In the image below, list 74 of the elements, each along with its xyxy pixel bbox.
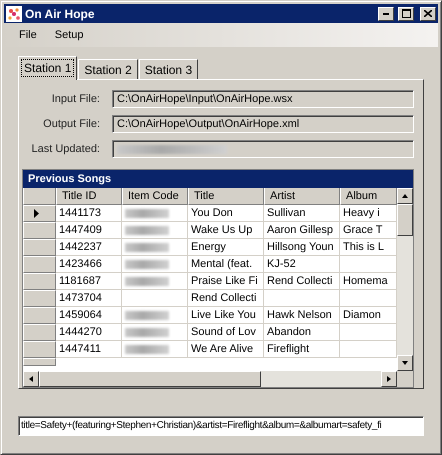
close-button[interactable]	[420, 6, 436, 20]
blurred-text	[125, 344, 169, 354]
table-cell: 1441173	[56, 205, 122, 222]
scroll-up-button[interactable]	[397, 188, 413, 204]
scroll-thumb[interactable]	[397, 204, 413, 236]
table-cell: Energy	[188, 239, 264, 256]
table-cell: 1181687	[56, 273, 122, 290]
table-cell: Wake Us Up	[188, 222, 264, 239]
field-label: Input File:	[50, 93, 100, 105]
scroll-right-button[interactable]	[381, 371, 397, 387]
column-header[interactable]: Album	[340, 188, 397, 205]
table-cell: You Don	[188, 205, 264, 222]
table-cell: 1473704	[56, 290, 122, 307]
scroll-down-button[interactable]	[397, 355, 413, 371]
scroll-thumb[interactable]	[39, 371, 261, 387]
panel-title: Previous Songs	[23, 170, 413, 188]
text-field[interactable]: C:\OnAirHope\Output\OnAirHope.xml	[112, 115, 414, 133]
column-header[interactable]: Title	[188, 188, 264, 205]
table-cell: 1444270	[56, 324, 122, 341]
tab[interactable]: Station 2	[78, 59, 138, 79]
app-logo-icon	[6, 6, 22, 22]
up-arrow-icon	[401, 192, 409, 200]
blurred-text	[125, 310, 169, 320]
table-cell: Sound of Lov	[188, 324, 264, 341]
column-header[interactable]: Title ID	[56, 188, 122, 205]
text-field[interactable]: C:\OnAirHope\Input\OnAirHope.wsx	[112, 90, 414, 108]
menu-item[interactable]: File	[10, 27, 46, 43]
blurred-text	[125, 260, 169, 268]
table-cell: We Are Alive	[188, 341, 264, 358]
table-cell: 1447409	[56, 222, 122, 239]
output-field[interactable]: title=Safety+(featuring+Stephen+Christian)&artist=Fireflight&album=&albumart=safety_fi	[18, 416, 424, 436]
table-cell: Hawk Nelson	[264, 307, 340, 324]
left-arrow-icon	[27, 375, 35, 383]
table-cell: 1423466	[56, 256, 122, 273]
minimize-icon	[383, 12, 389, 14]
maximize-icon	[402, 9, 410, 18]
window-title: On Air Hope	[25, 6, 96, 20]
down-arrow-icon	[401, 359, 409, 367]
table-cell: 1459064	[56, 307, 122, 324]
table-cell: Fireflight	[264, 341, 340, 358]
table-cell: Mental (feat.	[188, 256, 264, 273]
column-header[interactable]: Artist	[264, 188, 340, 205]
table-cell: 1447411	[56, 341, 122, 358]
table-cell: Aaron Gillesp	[264, 222, 340, 239]
table-cell: KJ-52	[264, 256, 340, 273]
maximize-button[interactable]	[398, 6, 414, 20]
close-icon	[424, 10, 432, 17]
blurred-text	[125, 328, 169, 336]
menu-item[interactable]: Setup	[46, 27, 92, 43]
field-label: Last Updated:	[30, 143, 100, 155]
blurred-text	[125, 226, 169, 234]
scroll-left-button[interactable]	[23, 371, 39, 387]
tab[interactable]: Station 1	[18, 56, 78, 80]
table-cell: Live Like You	[188, 307, 264, 324]
horizontal-scrollbar[interactable]	[23, 371, 397, 387]
column-header[interactable]: Item Code	[122, 188, 188, 205]
blurred-text	[125, 208, 169, 218]
table-cell: 1442237	[56, 239, 122, 256]
blurred-text	[125, 276, 169, 286]
table-cell: Rend Collecti	[188, 290, 264, 307]
tab[interactable]: Station 3	[138, 59, 198, 79]
right-arrow-icon	[385, 375, 393, 383]
current-row-icon	[34, 209, 39, 218]
table-cell: Sullivan	[264, 205, 340, 222]
table-cell: Praise Like Fi	[188, 273, 264, 290]
blurred-text	[125, 242, 169, 252]
table-cell: Hillsong Youn	[264, 239, 340, 256]
minimize-button[interactable]	[378, 6, 394, 20]
text-field[interactable]	[112, 140, 414, 158]
vertical-scrollbar[interactable]	[397, 188, 413, 371]
row-header[interactable]	[23, 205, 56, 222]
field-label: Output File:	[42, 118, 100, 130]
table-cell: Abandon	[264, 324, 340, 341]
table-cell: Rend Collecti	[264, 273, 340, 290]
